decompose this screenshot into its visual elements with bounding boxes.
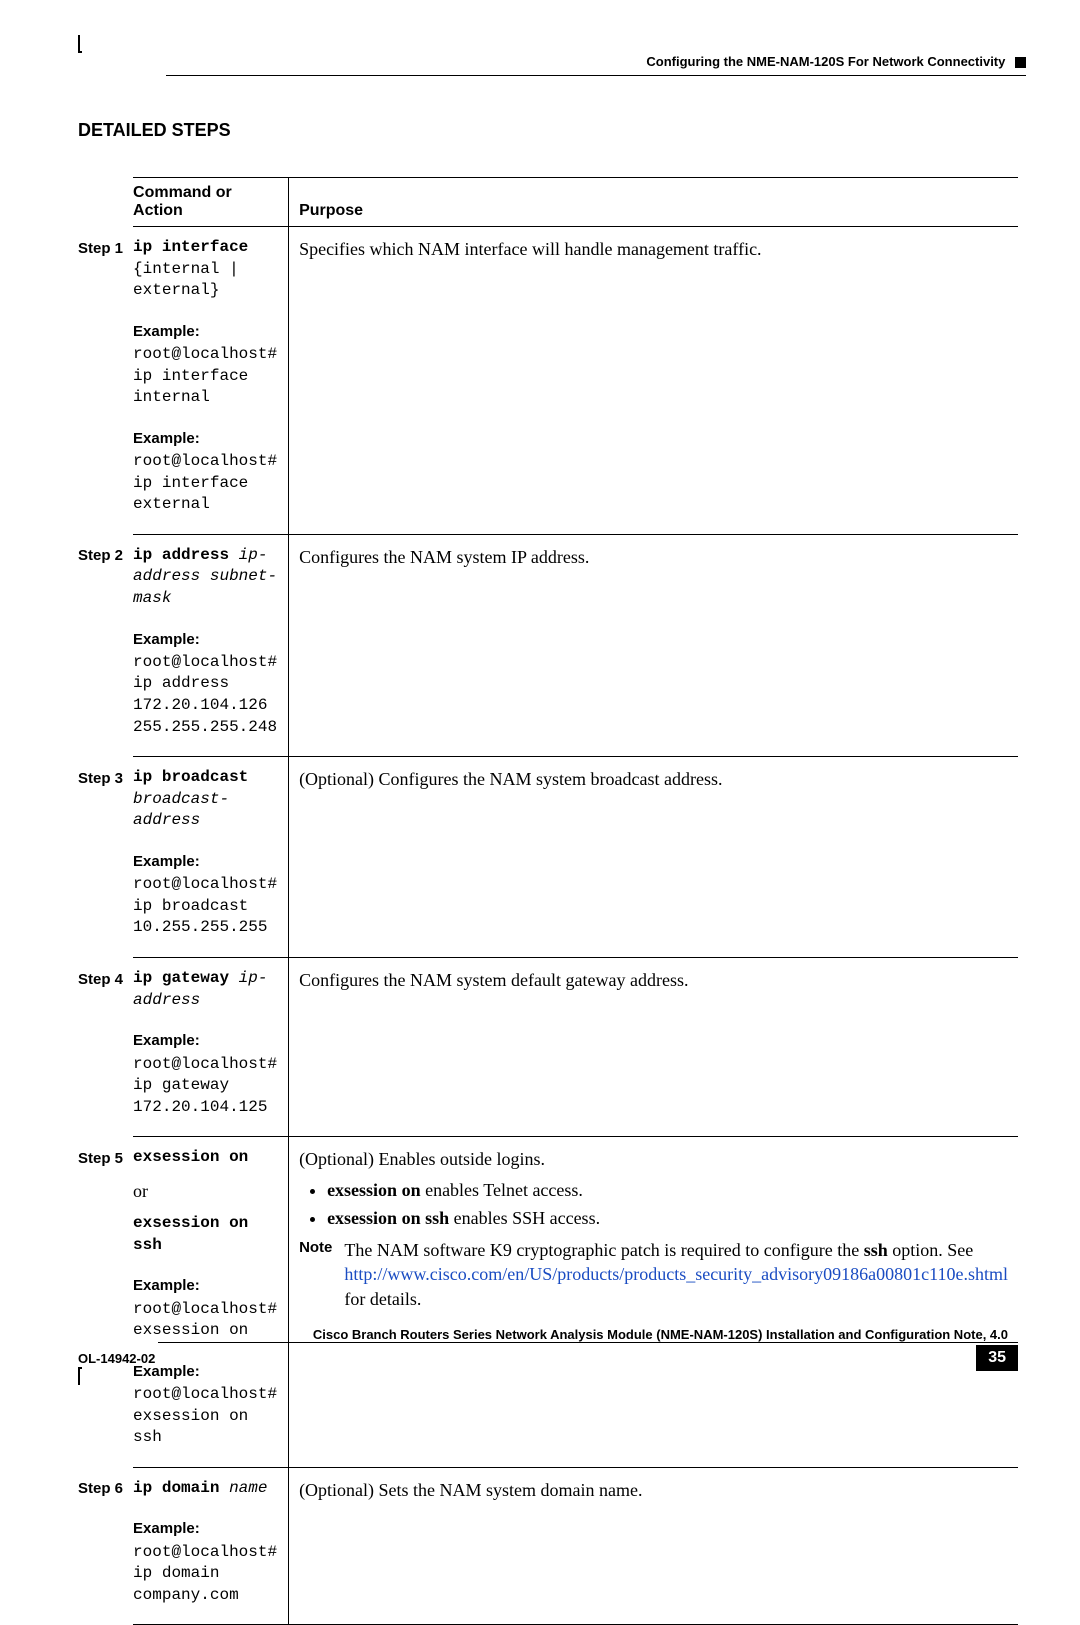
- step-label: Step 6: [78, 1467, 133, 1625]
- command-cell: ip domain name Example: root@localhost# …: [133, 1467, 289, 1625]
- table-row: Step 5 exsession on or exsession on ssh …: [78, 1137, 1018, 1468]
- table-row: Step 4 ip gateway ip-address Example: ro…: [78, 958, 1018, 1137]
- note: Note The NAM software K9 cryptographic p…: [299, 1238, 1008, 1311]
- bullet-list: exsession on enables Telnet access. exse…: [327, 1178, 1008, 1231]
- purpose-cell: (Optional) Sets the NAM system domain na…: [289, 1467, 1018, 1625]
- col-step: [78, 178, 133, 227]
- table-row: Step 2 ip address ip-address subnet-mask…: [78, 534, 1018, 756]
- purpose-cell: (Optional) Configures the NAM system bro…: [289, 757, 1018, 958]
- crop-mark-top: [78, 35, 82, 53]
- header-text: Configuring the NME-NAM-120S For Network…: [646, 54, 1005, 69]
- steps-table: Command or Action Purpose Step 1 ip inte…: [78, 177, 1018, 1625]
- purpose-cell: Specifies which NAM interface will handl…: [289, 227, 1018, 535]
- header-box-icon: [1015, 57, 1026, 68]
- header-rule: [166, 75, 1026, 76]
- command-cell: ip broadcast broadcast-address Example: …: [133, 757, 289, 958]
- section-title: DETAILED STEPS: [78, 120, 1018, 141]
- page-footer: Cisco Branch Routers Series Network Anal…: [78, 1327, 1018, 1371]
- table-row: Step 6 ip domain name Example: root@loca…: [78, 1467, 1018, 1625]
- table-row: Step 1 ip interface {internal | external…: [78, 227, 1018, 535]
- step-label: Step 4: [78, 958, 133, 1137]
- page-number: 35: [976, 1345, 1018, 1371]
- advisory-link[interactable]: http://www.cisco.com/en/US/products/prod…: [344, 1264, 1008, 1284]
- purpose-cell: Configures the NAM system IP address.: [289, 534, 1018, 756]
- step-label: Step 3: [78, 757, 133, 958]
- footer-doc-title: Cisco Branch Routers Series Network Anal…: [78, 1327, 1018, 1342]
- running-header: Configuring the NME-NAM-120S For Network…: [86, 54, 1026, 76]
- col-purpose: Purpose: [289, 178, 1018, 227]
- step-label: Step 5: [78, 1137, 133, 1468]
- page-content: DETAILED STEPS Command or Action Purpose…: [78, 120, 1018, 1625]
- list-item: exsession on ssh enables SSH access.: [327, 1206, 1008, 1230]
- command-cell: ip interface {internal | external} Examp…: [133, 227, 289, 535]
- command-cell: ip gateway ip-address Example: root@loca…: [133, 958, 289, 1137]
- table-row: Step 3 ip broadcast broadcast-address Ex…: [78, 757, 1018, 958]
- footer-rule: [158, 1342, 1018, 1343]
- footer-doc-id: OL-14942-02: [78, 1351, 155, 1366]
- list-item: exsession on enables Telnet access.: [327, 1178, 1008, 1202]
- step-label: Step 2: [78, 534, 133, 756]
- col-command: Command or Action: [133, 178, 289, 227]
- purpose-cell: (Optional) Enables outside logins. exses…: [289, 1137, 1018, 1468]
- purpose-cell: Configures the NAM system default gatewa…: [289, 958, 1018, 1137]
- command-cell: exsession on or exsession on ssh Example…: [133, 1137, 289, 1468]
- step-label: Step 1: [78, 227, 133, 535]
- command-cell: ip address ip-address subnet-mask Exampl…: [133, 534, 289, 756]
